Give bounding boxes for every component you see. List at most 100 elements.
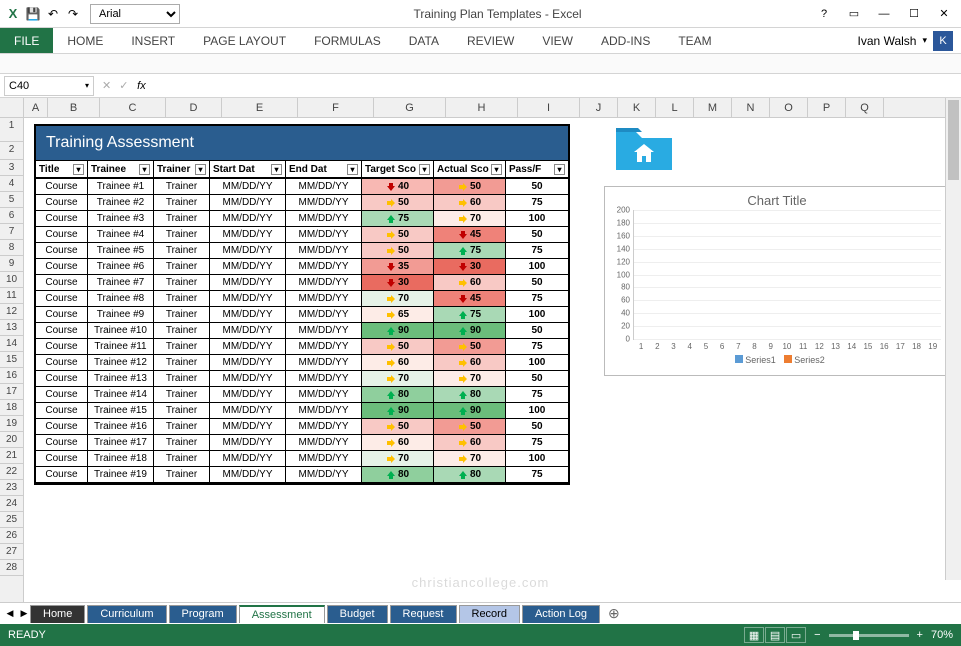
cell-end-date[interactable]: MM/DD/YY <box>286 227 362 243</box>
close-icon[interactable]: ✕ <box>931 4 957 24</box>
cell-trainer[interactable]: Trainer <box>154 259 210 275</box>
cell-title[interactable]: Course <box>36 323 88 339</box>
cell-target-score[interactable]: 60 <box>362 355 434 371</box>
cell-pass-fail[interactable]: 50 <box>506 275 568 291</box>
cell-target-score[interactable]: 50 <box>362 195 434 211</box>
minimize-icon[interactable]: — <box>871 4 897 24</box>
table-header-cell[interactable]: End Dat▾ <box>286 161 362 179</box>
cell-end-date[interactable]: MM/DD/YY <box>286 451 362 467</box>
table-row[interactable]: CourseTrainee #3TrainerMM/DD/YYMM/DD/YY7… <box>36 211 568 227</box>
cell-actual-score[interactable]: 50 <box>434 339 506 355</box>
table-row[interactable]: CourseTrainee #1TrainerMM/DD/YYMM/DD/YY4… <box>36 179 568 195</box>
accept-formula-icon[interactable]: ✓ <box>115 79 132 92</box>
cell-title[interactable]: Course <box>36 227 88 243</box>
table-row[interactable]: CourseTrainee #7TrainerMM/DD/YYMM/DD/YY3… <box>36 275 568 291</box>
row-header[interactable]: 6 <box>0 208 23 224</box>
cell-trainer[interactable]: Trainer <box>154 371 210 387</box>
row-header[interactable]: 17 <box>0 384 23 400</box>
cell-actual-score[interactable]: 80 <box>434 387 506 403</box>
table-row[interactable]: CourseTrainee #9TrainerMM/DD/YYMM/DD/YY6… <box>36 307 568 323</box>
cell-title[interactable]: Course <box>36 195 88 211</box>
cell-end-date[interactable]: MM/DD/YY <box>286 339 362 355</box>
cell-title[interactable]: Course <box>36 339 88 355</box>
font-select[interactable]: Arial <box>90 4 180 24</box>
sheet-tab-program[interactable]: Program <box>169 605 237 623</box>
cell-pass-fail[interactable]: 75 <box>506 195 568 211</box>
row-header[interactable]: 24 <box>0 496 23 512</box>
cell-trainee[interactable]: Trainee #9 <box>88 307 154 323</box>
table-row[interactable]: CourseTrainee #2TrainerMM/DD/YYMM/DD/YY5… <box>36 195 568 211</box>
cell-trainer[interactable]: Trainer <box>154 435 210 451</box>
column-header[interactable]: M <box>694 98 732 117</box>
row-header[interactable]: 15 <box>0 352 23 368</box>
cell-actual-score[interactable]: 60 <box>434 355 506 371</box>
ribbon-tab-review[interactable]: REVIEW <box>453 28 528 53</box>
cell-trainee[interactable]: Trainee #3 <box>88 211 154 227</box>
cell-pass-fail[interactable]: 50 <box>506 179 568 195</box>
table-header-cell[interactable]: Start Dat▾ <box>210 161 286 179</box>
cell-target-score[interactable]: 50 <box>362 419 434 435</box>
cell-trainer[interactable]: Trainer <box>154 467 210 483</box>
cell-start-date[interactable]: MM/DD/YY <box>210 307 286 323</box>
table-header-cell[interactable]: Target Sco▾ <box>362 161 434 179</box>
cell-title[interactable]: Course <box>36 355 88 371</box>
select-all-corner[interactable] <box>0 98 23 118</box>
cell-start-date[interactable]: MM/DD/YY <box>210 419 286 435</box>
vertical-scrollbar[interactable] <box>945 98 961 580</box>
filter-dropdown-icon[interactable]: ▾ <box>491 164 502 175</box>
fx-icon[interactable]: fx <box>132 80 150 92</box>
ribbon-tab-page-layout[interactable]: PAGE LAYOUT <box>189 28 300 53</box>
cell-start-date[interactable]: MM/DD/YY <box>210 467 286 483</box>
cell-trainer[interactable]: Trainer <box>154 211 210 227</box>
cell-trainer[interactable]: Trainer <box>154 339 210 355</box>
cell-trainee[interactable]: Trainee #13 <box>88 371 154 387</box>
cell-trainer[interactable]: Trainer <box>154 243 210 259</box>
cell-actual-score[interactable]: 45 <box>434 291 506 307</box>
cell-start-date[interactable]: MM/DD/YY <box>210 195 286 211</box>
column-header[interactable]: J <box>580 98 618 117</box>
ribbon-tab-team[interactable]: TEAM <box>664 28 725 53</box>
cell-pass-fail[interactable]: 75 <box>506 467 568 483</box>
table-row[interactable]: CourseTrainee #10TrainerMM/DD/YYMM/DD/YY… <box>36 323 568 339</box>
cell-actual-score[interactable]: 90 <box>434 403 506 419</box>
cell-end-date[interactable]: MM/DD/YY <box>286 467 362 483</box>
cell-start-date[interactable]: MM/DD/YY <box>210 211 286 227</box>
row-header[interactable]: 27 <box>0 544 23 560</box>
cell-pass-fail[interactable]: 100 <box>506 451 568 467</box>
filter-dropdown-icon[interactable]: ▾ <box>347 164 358 175</box>
cell-title[interactable]: Course <box>36 291 88 307</box>
column-header[interactable]: I <box>518 98 580 117</box>
column-header[interactable]: K <box>618 98 656 117</box>
save-icon[interactable]: 💾 <box>24 5 42 23</box>
cell-start-date[interactable]: MM/DD/YY <box>210 243 286 259</box>
cell-end-date[interactable]: MM/DD/YY <box>286 211 362 227</box>
cell-title[interactable]: Course <box>36 211 88 227</box>
sheet-nav-prev-icon[interactable]: ◀ <box>4 608 16 619</box>
column-header[interactable]: Q <box>846 98 884 117</box>
cell-actual-score[interactable]: 80 <box>434 467 506 483</box>
user-dropdown-icon[interactable]: ▾ <box>922 35 927 46</box>
cell-trainee[interactable]: Trainee #12 <box>88 355 154 371</box>
sheet-tab-request[interactable]: Request <box>390 605 457 623</box>
cell-target-score[interactable]: 70 <box>362 291 434 307</box>
worksheet-grid[interactable]: 1234567891011121314151617181920212223242… <box>0 98 961 602</box>
cell-target-score[interactable]: 50 <box>362 227 434 243</box>
cell-actual-score[interactable]: 50 <box>434 419 506 435</box>
cell-title[interactable]: Course <box>36 467 88 483</box>
cell-target-score[interactable]: 65 <box>362 307 434 323</box>
table-row[interactable]: CourseTrainee #16TrainerMM/DD/YYMM/DD/YY… <box>36 419 568 435</box>
sheet-tab-record[interactable]: Record <box>459 605 520 623</box>
cell-trainee[interactable]: Trainee #5 <box>88 243 154 259</box>
cell-pass-fail[interactable]: 100 <box>506 259 568 275</box>
cell-start-date[interactable]: MM/DD/YY <box>210 275 286 291</box>
cell-start-date[interactable]: MM/DD/YY <box>210 259 286 275</box>
column-header[interactable]: F <box>298 98 374 117</box>
cell-target-score[interactable]: 60 <box>362 435 434 451</box>
table-row[interactable]: CourseTrainee #11TrainerMM/DD/YYMM/DD/YY… <box>36 339 568 355</box>
filter-dropdown-icon[interactable]: ▾ <box>554 164 565 175</box>
cell-pass-fail[interactable]: 100 <box>506 307 568 323</box>
cell-start-date[interactable]: MM/DD/YY <box>210 291 286 307</box>
cell-end-date[interactable]: MM/DD/YY <box>286 179 362 195</box>
cell-target-score[interactable]: 50 <box>362 243 434 259</box>
cell-actual-score[interactable]: 90 <box>434 323 506 339</box>
